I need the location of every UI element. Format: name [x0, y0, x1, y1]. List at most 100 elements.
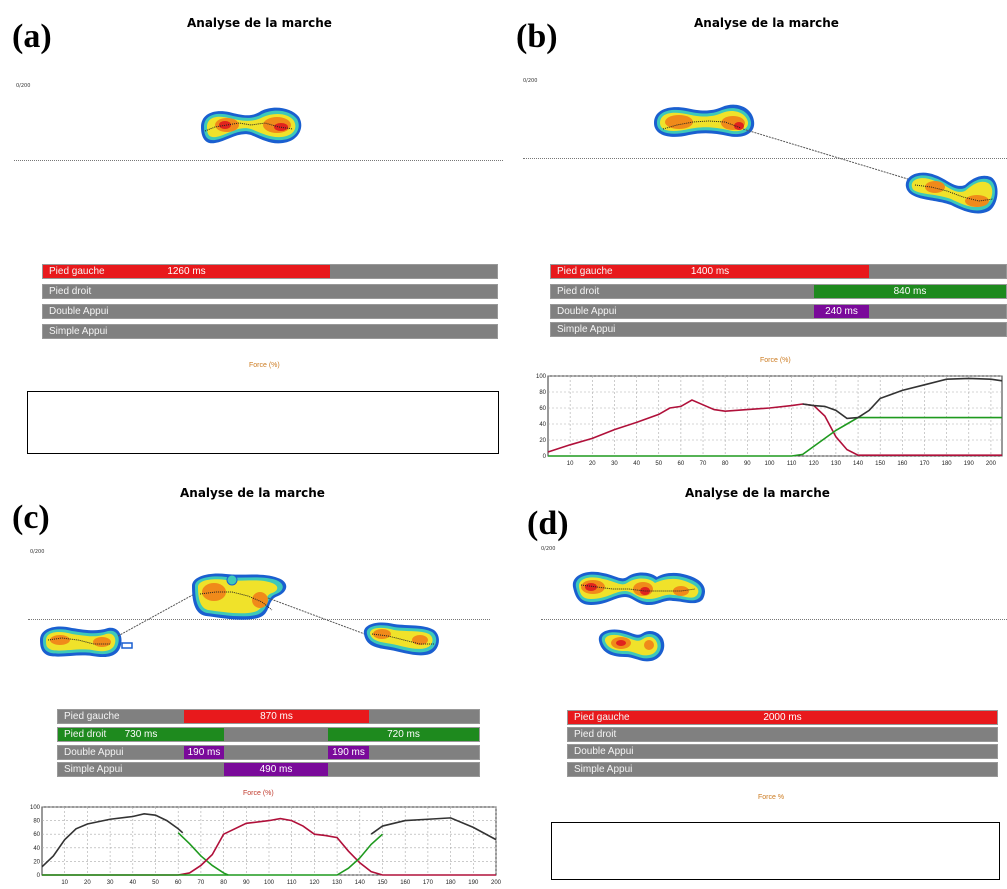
y-tick-label: 20: [539, 438, 546, 444]
force-chart-empty: [27, 391, 499, 454]
x-tick-label: 200: [491, 880, 502, 886]
y-tick-label: 0: [543, 454, 547, 460]
x-tick-label: 110: [787, 461, 797, 467]
x-tick-label: 150: [377, 880, 388, 886]
x-tick-label: 170: [423, 880, 434, 886]
x-tick-label: 60: [678, 461, 685, 467]
panel-a: (a) Analyse de la marche 0/200 Pied gauc…: [0, 0, 503, 454]
bar-label: Pied droit: [64, 729, 107, 740]
bar-label: Simple Appui: [574, 764, 633, 775]
x-tick-label: 70: [198, 880, 205, 886]
x-tick-label: 190: [468, 880, 479, 886]
x-tick-label: 100: [764, 461, 775, 467]
footprint-right-2: [363, 622, 439, 656]
x-tick-label: 60: [175, 880, 182, 886]
x-tick-label: 130: [831, 461, 842, 467]
force-label: Force (%): [760, 357, 791, 364]
panel-letter: (d): [527, 505, 569, 542]
x-tick-label: 180: [942, 461, 953, 467]
bar-simple-appui: Simple Appui 490 ms: [57, 762, 480, 777]
segment-value: 190 ms: [332, 747, 365, 758]
segment-value: 1400 ms: [690, 266, 730, 277]
right-foot-segment-2: 720 ms: [328, 728, 479, 741]
force-label: Force (%): [243, 790, 274, 797]
bar-label: Pied gauche: [64, 711, 120, 722]
panel-title: Analyse de la marche: [694, 16, 839, 30]
bar-simple-appui: Simple Appui: [550, 322, 1007, 337]
force-label: Force %: [758, 794, 785, 801]
x-tick-label: 180: [446, 880, 457, 886]
x-tick-label: 80: [220, 880, 227, 886]
force-chart: 0 20 40 60 80 100 10 20 30 40 50 60 70 80 90 100 110 120 1…: [536, 374, 1003, 467]
bar-label: Double Appui: [49, 306, 109, 317]
panel-title: Analyse de la marche: [685, 486, 830, 500]
plot-area: [547, 375, 1003, 457]
panel-letter: (a): [12, 18, 52, 55]
bar-pied-gauche: Pied gauche 870 ms: [57, 709, 480, 724]
footprint-right: [905, 172, 998, 214]
bar-pied-droit: Pied droit: [567, 727, 998, 742]
bar-label: Double Appui: [574, 746, 634, 757]
bar-pied-gauche: Pied gauche 2000 ms: [567, 710, 998, 725]
x-tick-label: 170: [919, 461, 930, 467]
segment-value: 490 ms: [259, 764, 293, 775]
y-tick-label: 40: [33, 846, 40, 852]
y-tick-label: 20: [33, 859, 40, 865]
x-tick-label: 120: [809, 461, 820, 467]
x-tick-label: 120: [309, 880, 320, 886]
panel-letter: (b): [516, 18, 558, 55]
x-tick-label: 160: [400, 880, 411, 886]
bar-label: Pied droit: [574, 729, 617, 740]
segment-value: 190 ms: [187, 747, 221, 758]
footprint-bottom: [598, 629, 665, 662]
footprints-step: [40, 573, 439, 658]
bar-label: Simple Appui: [64, 764, 123, 775]
x-tick-label: 200: [986, 461, 997, 467]
segment-value: 2000 ms: [763, 712, 802, 723]
y-tick-label: 0: [37, 873, 41, 879]
left-foot-segment: 870 ms: [184, 710, 369, 723]
bar-pied-droit: Pied droit: [42, 284, 498, 299]
footprint-left: [192, 573, 287, 620]
x-tick-label: 50: [655, 461, 662, 467]
bar-double-appui: Double Appui: [567, 744, 998, 759]
double-support-segment-2: 190 ms: [328, 746, 369, 759]
x-tick-label: 150: [875, 461, 886, 467]
segment-value: 1260 ms: [167, 266, 206, 277]
bar-double-appui: Double Appui 240 ms: [550, 304, 1007, 319]
bar-simple-appui: Simple Appui: [567, 762, 998, 777]
footprint-top: [572, 571, 706, 605]
x-tick-label: 30: [611, 461, 618, 467]
right-foot-segment: 840 ms: [814, 285, 1006, 298]
y-tick-label: 80: [33, 819, 40, 825]
y-tick-label: 100: [536, 374, 547, 380]
segment-value: 240 ms: [825, 306, 858, 317]
footprint-left: [201, 107, 302, 144]
bar-label: Pied droit: [557, 286, 600, 297]
panel-c: (c) Analyse de la marche 0/200 Pied gauc…: [0, 475, 503, 889]
y-tick-label: 40: [539, 422, 546, 428]
x-tick-label: 140: [853, 461, 864, 467]
x-tick-label: 10: [61, 880, 68, 886]
bar-double-appui: Double Appui: [42, 304, 498, 319]
bar-label: Pied gauche: [574, 712, 630, 723]
x-tick-label: 130: [332, 880, 343, 886]
bar-pied-droit: Pied droit 840 ms: [550, 284, 1007, 299]
bar-label: Pied droit: [49, 286, 92, 297]
bar-label: Simple Appui: [557, 324, 616, 335]
double-support-segment: 240 ms: [814, 305, 869, 318]
panel-d: (d) Analyse de la marche 0/200 Pied gauc…: [503, 475, 1007, 889]
bar-simple-appui: Simple Appui: [42, 324, 498, 339]
footprints-standing: [572, 571, 706, 662]
bar-pied-gauche: Pied gauche 1400 ms: [550, 264, 1007, 279]
y-tick-label: 60: [33, 832, 40, 838]
force-label: Force (%): [249, 362, 280, 369]
bar-double-appui: Double Appui 190 ms 190 ms: [57, 745, 480, 760]
y-tick-label: 60: [539, 406, 546, 412]
segment-value: 730 ms: [124, 729, 158, 740]
footprint-right-1: [40, 626, 133, 658]
panel-title: Analyse de la marche: [187, 16, 332, 30]
force-chart-empty: [551, 822, 1000, 880]
x-tick-label: 20: [589, 461, 596, 467]
x-tick-label: 40: [633, 461, 640, 467]
